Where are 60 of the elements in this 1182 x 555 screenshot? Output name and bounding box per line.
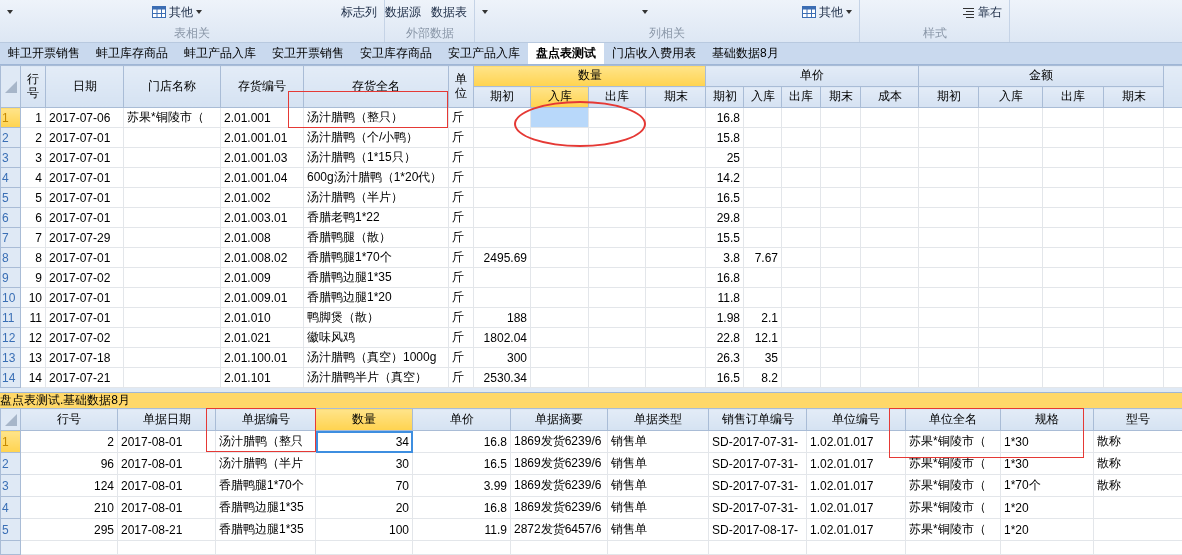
sheet-tab[interactable]: 蚌卫产品入库 <box>176 43 264 65</box>
column-header[interactable]: 门店名称 <box>123 65 221 108</box>
row-number[interactable]: 13 <box>0 347 21 368</box>
column-group-header[interactable]: 单价 <box>705 65 919 87</box>
ribbon-button[interactable]: 数据源 <box>382 1 424 23</box>
column-header[interactable]: 单据类型 <box>607 408 709 431</box>
row-number[interactable]: 3 <box>0 147 21 168</box>
column-group-header[interactable]: 金额 <box>918 65 1164 87</box>
corner-triangle-icon <box>4 413 17 426</box>
row-number[interactable]: 2 <box>0 127 21 148</box>
row-number[interactable]: 3 <box>0 474 21 497</box>
column-header[interactable]: 单位编号 <box>806 408 906 431</box>
table-icon <box>152 6 166 18</box>
ribbon-group-label: 外部数据 <box>404 24 455 42</box>
row-number[interactable]: 11 <box>0 307 21 328</box>
sheet-tab[interactable]: 蚌卫库存商品 <box>88 43 176 65</box>
column-header[interactable]: 销售订单编号 <box>708 408 807 431</box>
column-header[interactable]: 日期 <box>45 65 124 108</box>
sheet-tab[interactable]: 安卫产品入库 <box>440 43 528 65</box>
column-header[interactable]: 单位 <box>448 65 474 108</box>
row-number[interactable]: 4 <box>0 496 21 519</box>
ribbon-group-label: 样式 <box>921 24 948 42</box>
row-number[interactable]: 4 <box>0 167 21 188</box>
ribbon-button[interactable]: 数据表 <box>428 1 470 23</box>
ribbon-button[interactable]: 标志列 <box>338 1 380 23</box>
other-menu-button[interactable]: 其他 <box>149 1 205 23</box>
sheet-tab[interactable]: 安卫库存商品 <box>352 43 440 65</box>
table-icon <box>802 6 816 18</box>
ribbon-group-label: 列相关 <box>648 24 686 42</box>
row-number[interactable]: 7 <box>0 227 21 248</box>
ribbon-group-label: 表相关 <box>173 24 211 42</box>
column-group-header[interactable]: 数量 <box>473 65 706 87</box>
grid-title: 盘点表测试.基础数据8月 <box>0 392 130 409</box>
sheet-tab[interactable]: 蚌卫开票销售 <box>0 43 88 65</box>
column-header[interactable]: 数量 <box>315 408 413 431</box>
column-header[interactable]: 单价 <box>412 408 511 431</box>
corner-triangle-icon <box>4 80 17 93</box>
column-header[interactable]: 单据摘要 <box>510 408 608 431</box>
row-number[interactable]: 5 <box>0 187 21 208</box>
align-right-button[interactable]: 靠右 <box>959 1 1005 23</box>
column-header[interactable]: 型号 <box>1093 408 1182 431</box>
row-number[interactable]: 14 <box>0 367 21 388</box>
column-header[interactable]: 行号 <box>20 65 46 108</box>
sheet-tab[interactable]: 安卫开票销售 <box>264 43 352 65</box>
row-number[interactable]: 12 <box>0 327 21 348</box>
column-header[interactable]: 规格 <box>1000 408 1094 431</box>
column-header[interactable]: 存货编号 <box>220 65 304 108</box>
column-header[interactable]: 单据日期 <box>117 408 216 431</box>
other-menu-button[interactable]: 其他 <box>799 1 855 23</box>
column-header[interactable]: 行号 <box>20 408 118 431</box>
row-number[interactable]: 2 <box>0 452 21 475</box>
row-number[interactable]: 10 <box>0 287 21 308</box>
sheet-tab[interactable]: 盘点表测试 <box>528 43 604 65</box>
sheet-tab[interactable]: 门店收入费用表 <box>604 43 704 65</box>
row-number[interactable]: 5 <box>0 518 21 541</box>
sheet-tab[interactable]: 基础数据8月 <box>704 43 787 65</box>
align-right-icon <box>962 6 975 18</box>
row-number[interactable]: 8 <box>0 247 21 268</box>
row-number[interactable]: 9 <box>0 267 21 288</box>
row-number[interactable]: 6 <box>0 207 21 228</box>
